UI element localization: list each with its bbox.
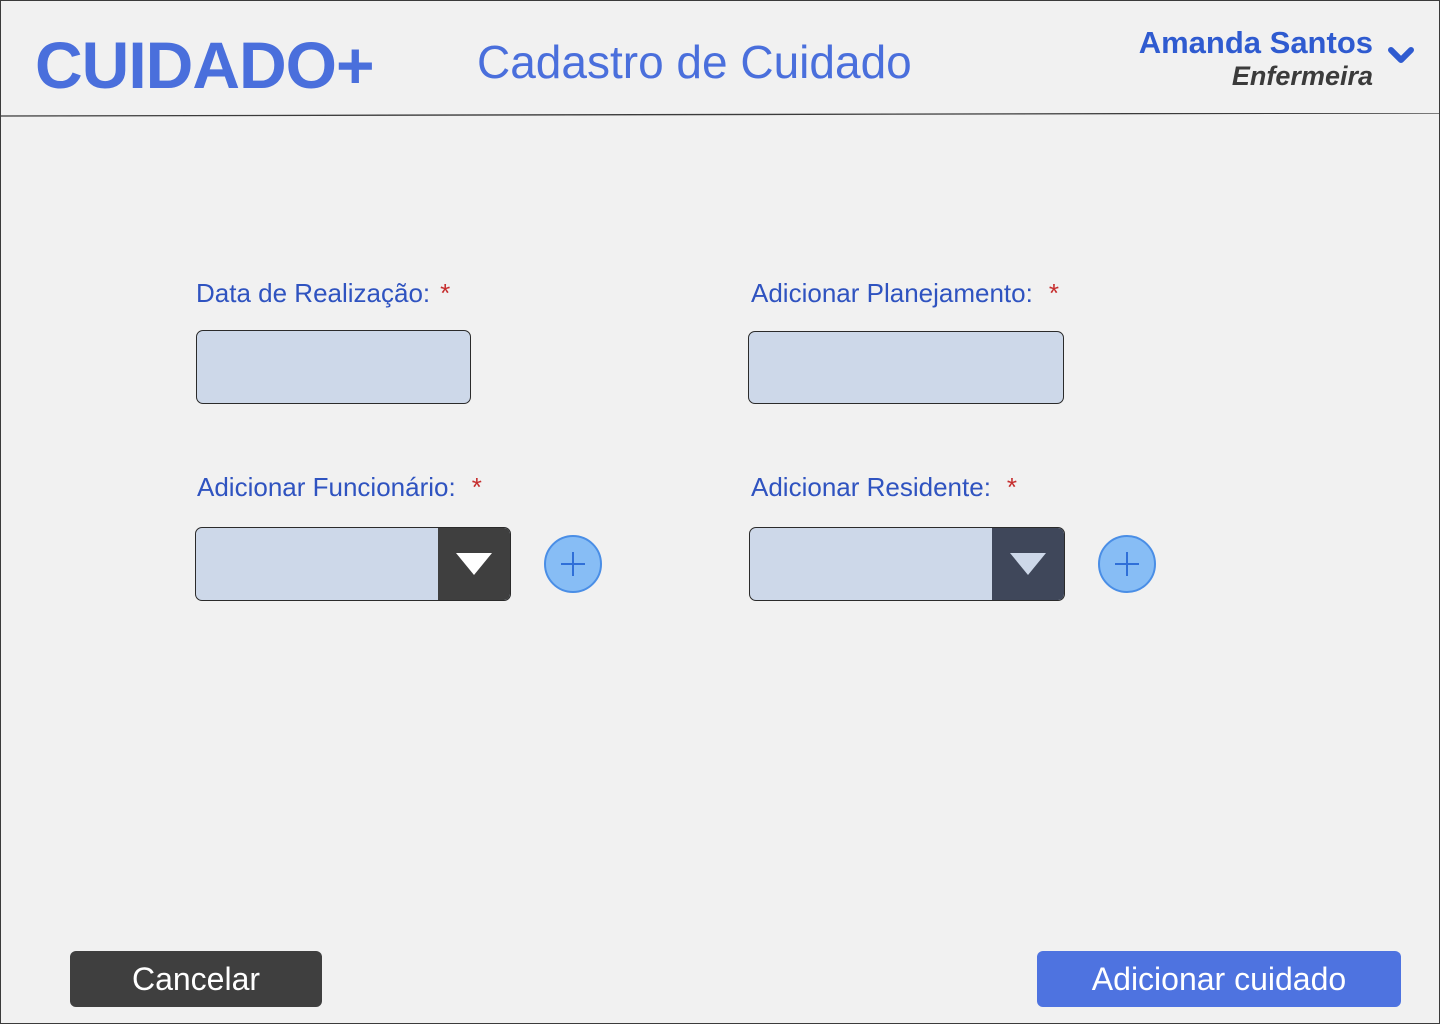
plus-icon: [1115, 552, 1139, 576]
resident-dropdown-button[interactable]: [992, 528, 1064, 600]
planning-label: Adicionar Planejamento: *: [751, 278, 1059, 309]
resident-label-text: Adicionar Residente:: [751, 472, 991, 502]
add-employee-button[interactable]: [544, 535, 602, 593]
date-label-text: Data de Realização:: [196, 278, 431, 308]
chevron-down-icon[interactable]: [1387, 45, 1415, 67]
required-marker: *: [1006, 472, 1018, 502]
user-menu[interactable]: Amanda Santos Enfermeira: [1139, 25, 1373, 91]
required-marker: *: [1048, 278, 1059, 308]
employee-dropdown-button[interactable]: [438, 528, 510, 600]
resident-select[interactable]: [749, 527, 1065, 601]
plus-icon: [561, 552, 585, 576]
employee-select[interactable]: [195, 527, 511, 601]
cancel-button[interactable]: Cancelar: [70, 951, 322, 1007]
date-input[interactable]: [197, 331, 470, 403]
date-field[interactable]: [196, 330, 471, 404]
app-window: CUIDADO+ Cadastro de Cuidado Amanda Sant…: [0, 0, 1440, 1024]
planning-field[interactable]: [748, 331, 1064, 404]
planning-input[interactable]: [749, 332, 1063, 403]
triangle-down-icon: [1010, 553, 1046, 575]
header-divider: [1, 113, 1440, 117]
header: CUIDADO+ Cadastro de Cuidado Amanda Sant…: [1, 1, 1440, 117]
date-label: Data de Realização: *: [196, 278, 450, 309]
employee-label-text: Adicionar Funcionário:: [197, 472, 456, 502]
add-resident-button[interactable]: [1098, 535, 1156, 593]
resident-label: Adicionar Residente: *: [751, 472, 1017, 503]
planning-label-text: Adicionar Planejamento:: [751, 278, 1033, 308]
required-marker: *: [471, 472, 482, 502]
add-care-button[interactable]: Adicionar cuidado: [1037, 951, 1401, 1007]
app-logo: CUIDADO+: [35, 28, 375, 102]
required-marker: *: [440, 278, 451, 308]
page-title: Cadastro de Cuidado: [477, 36, 912, 88]
triangle-down-icon: [456, 553, 492, 575]
employee-label: Adicionar Funcionário: *: [197, 472, 482, 503]
user-role: Enfermeira: [1231, 61, 1373, 91]
user-name: Amanda Santos: [1138, 25, 1373, 60]
